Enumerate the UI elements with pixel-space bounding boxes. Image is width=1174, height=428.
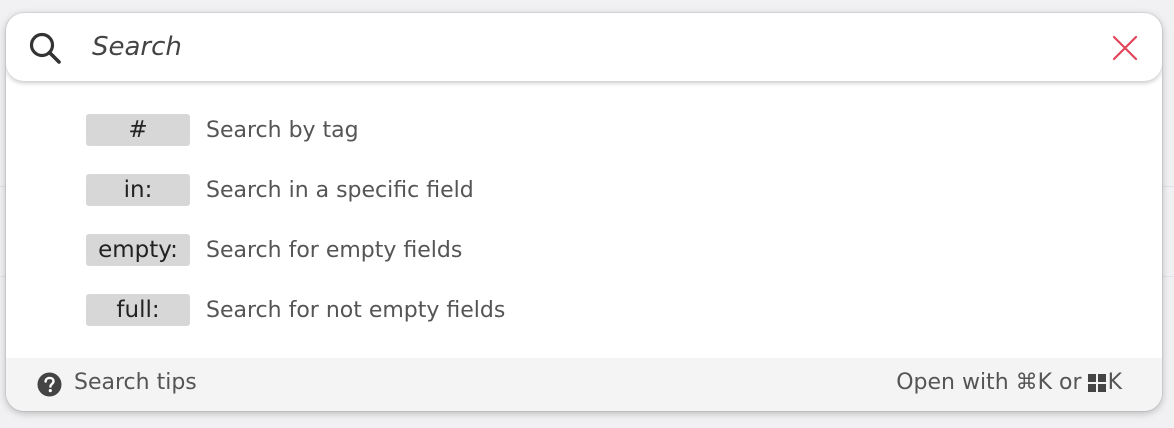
hint-token-badge: #	[86, 114, 190, 146]
keyboard-shortcut-hint: Open with ⌘K or K	[896, 370, 1122, 395]
hint-token-badge: in:	[86, 174, 190, 206]
search-bar	[6, 13, 1162, 81]
search-icon	[29, 32, 61, 64]
hint-token-badge: empty:	[86, 234, 190, 266]
windows-icon	[1087, 373, 1106, 392]
hint-row-in[interactable]: in: Search in a specific field	[86, 174, 474, 206]
popup-footer: Search tips Open with ⌘K or K	[6, 358, 1162, 411]
hint-row-full[interactable]: full: Search for not empty fields	[86, 294, 505, 326]
hint-description: Search for empty fields	[206, 237, 463, 263]
hint-row-tag[interactable]: # Search by tag	[86, 114, 359, 146]
question-circle-icon[interactable]	[37, 372, 62, 397]
hint-row-empty[interactable]: empty: Search for empty fields	[86, 234, 462, 266]
background-divider	[1162, 186, 1174, 187]
shortcut-prefix: Open with ⌘K or	[896, 370, 1082, 395]
background-divider	[1162, 276, 1174, 277]
shortcut-suffix: K	[1107, 370, 1122, 395]
search-input[interactable]	[92, 27, 1072, 67]
search-tips-link[interactable]: Search tips	[74, 370, 197, 395]
hint-description: Search by tag	[206, 117, 359, 143]
search-popup: # Search by tag in: Search in a specific…	[6, 13, 1162, 411]
hint-description: Search for not empty fields	[206, 297, 506, 323]
hint-description: Search in a specific field	[206, 177, 474, 203]
hint-token-badge: full:	[86, 294, 190, 326]
close-icon[interactable]	[1110, 33, 1140, 63]
